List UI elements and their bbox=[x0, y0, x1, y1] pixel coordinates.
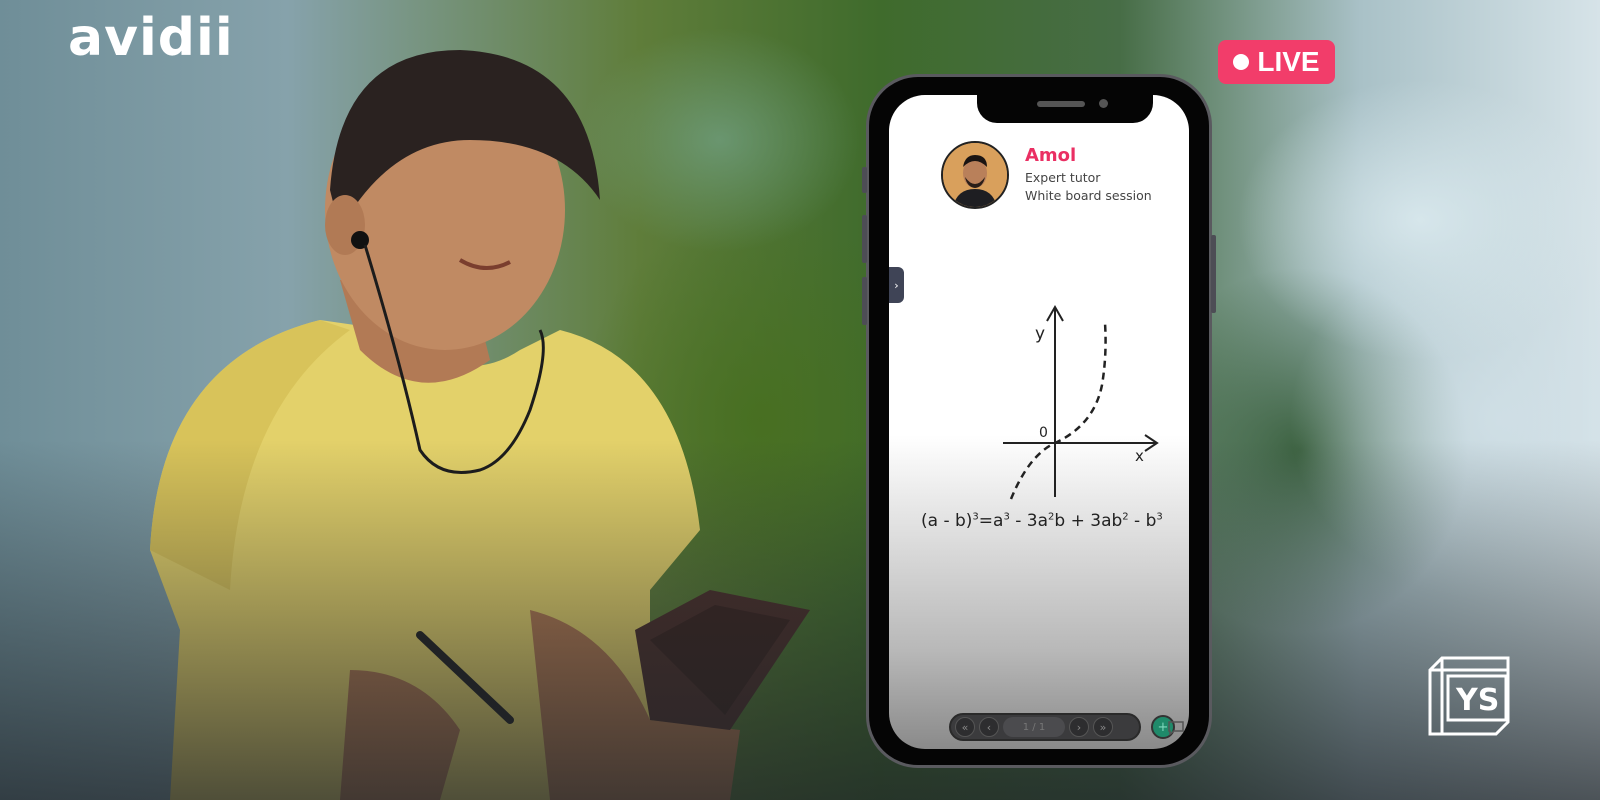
last-page-button[interactable]: » bbox=[1093, 717, 1113, 737]
chat-button[interactable] bbox=[1167, 719, 1185, 737]
formula-lhs: (a - b) bbox=[921, 511, 973, 531]
ys-text: YS bbox=[1455, 683, 1499, 718]
phone-mockup: Amol Expert tutor White board session › … bbox=[862, 74, 1216, 768]
prev-page-button[interactable]: ‹ bbox=[979, 717, 999, 737]
x-axis-label: x bbox=[1135, 447, 1144, 465]
live-label: LIVE bbox=[1257, 46, 1320, 77]
phone-mute-button bbox=[862, 167, 867, 193]
bottom-shade bbox=[0, 0, 1600, 800]
page-navigation-toolbar: « ‹ 1 / 1 › » bbox=[949, 713, 1141, 741]
brand-logo: avidii bbox=[68, 8, 234, 68]
chat-icon bbox=[1168, 721, 1184, 736]
formula-term: a bbox=[993, 511, 1004, 531]
phone-volume-up-button bbox=[862, 215, 867, 263]
live-dot-icon bbox=[1233, 54, 1250, 70]
phone-volume-down-button bbox=[862, 277, 867, 325]
origin-label: 0 bbox=[1039, 425, 1048, 441]
page-indicator: 1 / 1 bbox=[1003, 717, 1065, 737]
prev-page-icon: ‹ bbox=[986, 720, 992, 734]
last-page-icon: » bbox=[1099, 720, 1107, 734]
first-page-button[interactable]: « bbox=[955, 717, 975, 737]
whiteboard-formula: (a - b)3=a3 - 3a2b + 3ab2 - b3 bbox=[921, 511, 1163, 531]
yourstory-watermark: YS bbox=[1428, 656, 1510, 736]
whiteboard-graph: y x 0 bbox=[1003, 304, 1159, 500]
next-page-button[interactable]: › bbox=[1069, 717, 1089, 737]
formula-term: - b bbox=[1128, 511, 1157, 531]
cubic-curve bbox=[1009, 322, 1107, 500]
live-badge: LIVE bbox=[1218, 40, 1335, 84]
next-page-icon: › bbox=[1076, 720, 1082, 734]
formula-term: b + 3ab bbox=[1054, 511, 1123, 531]
y-axis-label: y bbox=[1035, 324, 1045, 344]
formula-term: - 3a bbox=[1009, 511, 1049, 531]
phone-power-button bbox=[1211, 235, 1216, 313]
formula-exp: 3 bbox=[1156, 511, 1163, 523]
ys-cube-icon: YS bbox=[1428, 656, 1510, 736]
formula-eq: = bbox=[978, 511, 994, 531]
first-page-icon: « bbox=[961, 720, 969, 734]
phone-screen: Amol Expert tutor White board session › … bbox=[889, 95, 1189, 749]
